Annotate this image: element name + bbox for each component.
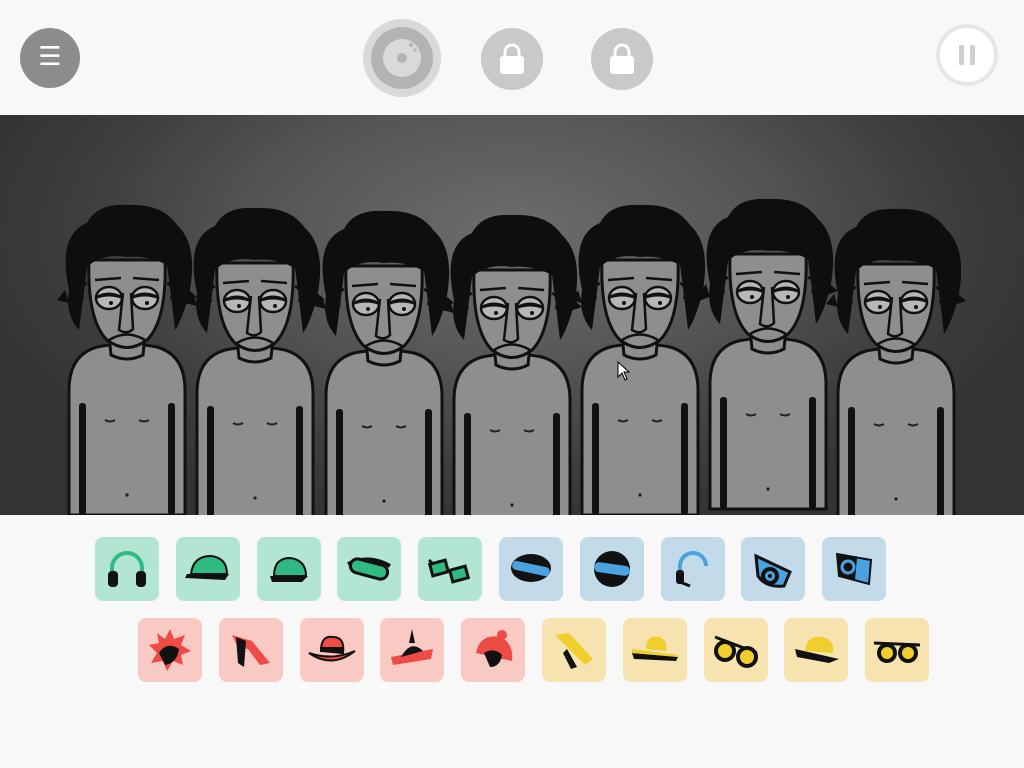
helmet-visor-icon	[593, 551, 630, 587]
sunglasses-icon	[713, 635, 758, 668]
3d-glasses-icon	[428, 558, 471, 584]
bowler-hat-icon	[795, 636, 840, 663]
fedora-icon	[308, 635, 356, 662]
sunglasses-sound-button[interactable]	[703, 618, 768, 682]
scarf-sound-button[interactable]	[542, 618, 606, 682]
top-bar: ☰	[0, 0, 1024, 115]
performer-2[interactable]	[183, 206, 327, 515]
cap-side-sound-button[interactable]	[256, 537, 321, 601]
headphones-sound-button[interactable]	[95, 537, 159, 601]
bonus-disc-button[interactable]	[363, 19, 441, 97]
padlock-icon	[610, 43, 634, 74]
propeller-hat-sound-button[interactable]	[380, 618, 445, 682]
pause-button[interactable]	[936, 24, 998, 86]
locked-bonus-button-2[interactable]	[591, 28, 653, 90]
mouse-cursor-icon	[617, 361, 631, 381]
sound-icon-row-1	[0, 537, 1024, 603]
spiky-hat-icon	[149, 629, 191, 671]
performer-5[interactable]	[568, 203, 712, 515]
propeller-hat-icon	[391, 629, 434, 665]
performer-6[interactable]	[696, 197, 840, 511]
speaker-box-icon	[836, 552, 873, 586]
3d-glasses-sound-button[interactable]	[418, 537, 483, 601]
performer-7[interactable]	[824, 207, 968, 515]
cap-icon	[184, 554, 229, 580]
performer-stage	[0, 115, 1024, 515]
ski-goggles-sound-button[interactable]	[337, 537, 402, 601]
ski-goggles-icon	[347, 557, 392, 581]
performer-3[interactable]	[312, 209, 456, 515]
tie-sound-button[interactable]	[218, 618, 283, 682]
vinyl-disc-icon	[383, 39, 421, 77]
round-sunglasses-sound-button[interactable]	[865, 618, 930, 682]
round-sunglasses-icon	[874, 641, 921, 663]
headband-speaker-icon	[754, 553, 793, 588]
cap-sound-button[interactable]	[175, 537, 240, 601]
performer-4[interactable]	[440, 213, 584, 515]
beanie-sound-button[interactable]	[461, 618, 526, 682]
fedora-sound-button[interactable]	[299, 618, 364, 682]
straw-hat-sound-button[interactable]	[622, 618, 687, 682]
sound-icon-tray	[0, 515, 1024, 768]
headset-sound-button[interactable]	[660, 537, 725, 601]
sound-icon-row-2	[0, 618, 1024, 684]
cap-side-icon	[269, 556, 308, 582]
scarf-icon	[555, 633, 593, 669]
helmet-visor-sound-button[interactable]	[579, 537, 644, 601]
visor-sound-button[interactable]	[499, 537, 563, 601]
menu-button[interactable]: ☰	[20, 28, 80, 88]
tie-icon	[231, 635, 270, 667]
spiky-hat-sound-button[interactable]	[138, 618, 202, 682]
headset-icon	[675, 551, 708, 588]
locked-bonus-button-1[interactable]	[481, 28, 543, 90]
hamburger-menu-icon: ☰	[38, 42, 62, 72]
beanie-icon	[476, 630, 513, 667]
straw-hat-icon	[631, 636, 678, 661]
headband-speaker-sound-button[interactable]	[741, 537, 806, 601]
performer-1[interactable]	[55, 203, 199, 515]
padlock-icon	[500, 43, 524, 74]
bowler-hat-sound-button[interactable]	[784, 618, 849, 682]
pause-icon	[959, 45, 975, 65]
visor-icon	[511, 554, 551, 582]
headphones-icon	[108, 551, 146, 587]
speaker-box-sound-button[interactable]	[822, 537, 887, 601]
